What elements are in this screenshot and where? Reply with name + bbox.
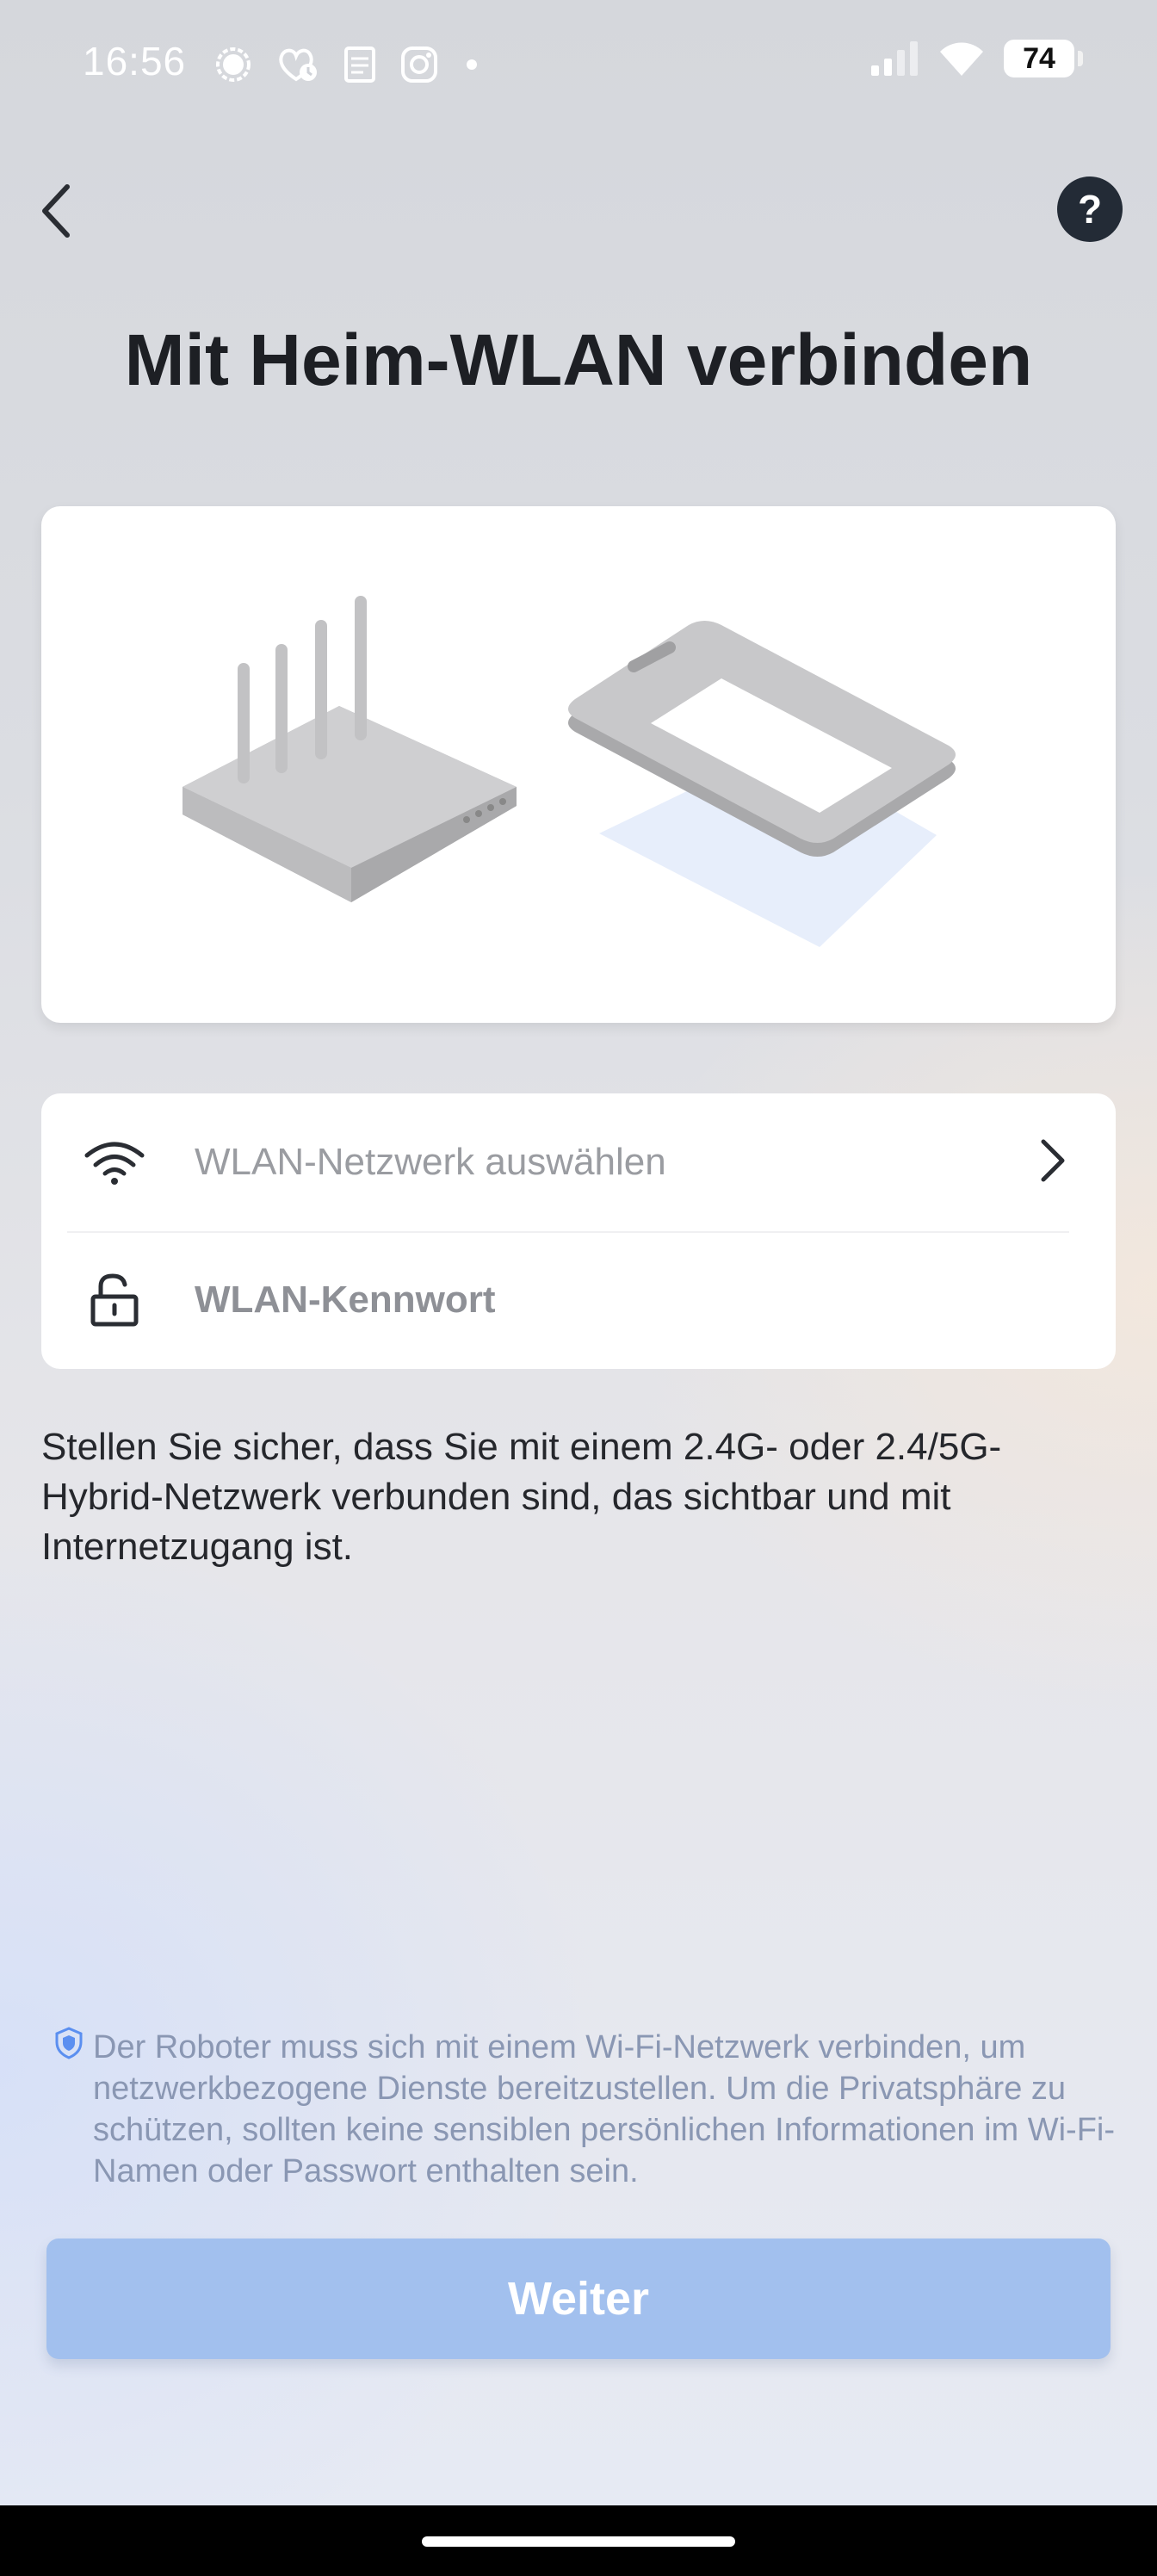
page-title: Mit Heim-WLAN verbinden (124, 319, 1033, 400)
home-indicator[interactable] (422, 2536, 735, 2547)
router-icon (183, 596, 517, 902)
wifi-icon (940, 42, 983, 76)
back-button[interactable] (21, 172, 90, 250)
notes-app-icon (344, 46, 375, 83)
chevron-left-icon (42, 184, 70, 238)
wifi-icon (77, 1140, 152, 1185)
question-mark-icon: ? (1077, 187, 1103, 232)
shield-icon (55, 2027, 83, 2064)
status-time: 16:56 (83, 39, 187, 84)
dot-icon (467, 59, 477, 70)
phone-icon (568, 621, 956, 947)
network-requirements-text: Stellen Sie sicher, dass Sie mit einem 2… (41, 1426, 1002, 1568)
status-right: 74 (869, 40, 1083, 77)
illustration-card (41, 506, 1116, 1023)
continue-button[interactable]: Weiter (46, 2239, 1111, 2359)
cellular-signal-icon (871, 41, 918, 76)
password-field: WLAN-Kennwort (195, 1279, 496, 1321)
signal-app-icon (216, 47, 251, 82)
router-phone-illustration (183, 596, 956, 947)
help-button[interactable]: ? (1057, 176, 1123, 242)
health-app-icon (279, 48, 317, 82)
battery-level: 74 (1023, 41, 1055, 75)
password-row[interactable]: WLAN-Kennwort (41, 1231, 1116, 1369)
wifi-form-card: WLAN-Netzwerk auswählen WLAN-Kennwort (41, 1093, 1116, 1369)
notification-icons (213, 45, 482, 84)
unlock-icon (77, 1273, 152, 1328)
instagram-icon (401, 46, 437, 83)
chevron-right-icon (1038, 1136, 1067, 1189)
battery-icon: 74 (1004, 40, 1083, 77)
network-select-row[interactable]: WLAN-Netzwerk auswählen (41, 1093, 1116, 1231)
privacy-notice: Der Roboter muss sich mit einem Wi-Fi-Ne… (93, 2029, 1115, 2189)
network-select-placeholder: WLAN-Netzwerk auswählen (195, 1141, 666, 1183)
